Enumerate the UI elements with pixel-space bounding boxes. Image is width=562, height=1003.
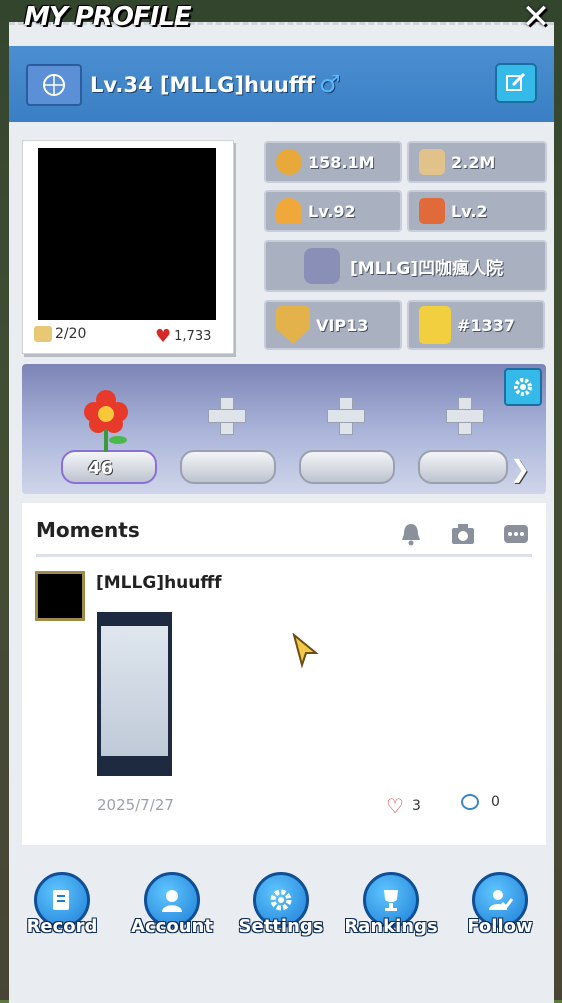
settings-button[interactable]: Settings bbox=[226, 872, 336, 944]
un-emblem-icon bbox=[43, 74, 65, 96]
post-comment-button[interactable]: 0 bbox=[461, 794, 500, 810]
follow-label: Follow bbox=[467, 916, 533, 937]
post-author-avatar[interactable] bbox=[35, 571, 85, 621]
avatar-likes-text: 1,733 bbox=[174, 329, 212, 344]
showcase-slot-3[interactable] bbox=[299, 450, 395, 484]
settings-label: Settings bbox=[238, 916, 324, 937]
gift-level-stat[interactable]: Lv.2 bbox=[407, 190, 547, 232]
account-label: Account bbox=[131, 916, 213, 937]
photo-scroll-icon bbox=[34, 326, 52, 342]
vip-value: VIP13 bbox=[316, 315, 369, 335]
post-image-thumbnail bbox=[101, 626, 168, 756]
bell-icon[interactable] bbox=[398, 522, 424, 546]
heart-icon: ♥ bbox=[155, 326, 172, 347]
post-like-button[interactable]: ♡ 3 bbox=[386, 794, 421, 818]
avatar[interactable] bbox=[38, 148, 216, 320]
male-icon: ♂ bbox=[318, 70, 341, 98]
page-title: MY PROFILE bbox=[24, 2, 192, 32]
moments-divider bbox=[36, 554, 532, 557]
follow-button[interactable]: Follow bbox=[445, 872, 555, 944]
hero-level-stat[interactable]: Lv.92 bbox=[264, 190, 402, 232]
photos-count: 2/20 bbox=[34, 326, 86, 342]
gear-icon bbox=[514, 378, 532, 396]
post-image[interactable] bbox=[97, 612, 172, 776]
post-comment-count: 0 bbox=[491, 794, 500, 810]
more-icon[interactable] bbox=[503, 522, 529, 546]
flower-count: 46 bbox=[88, 458, 114, 479]
add-slot-2-icon[interactable] bbox=[208, 397, 246, 435]
showcase-settings-button[interactable] bbox=[504, 368, 542, 406]
close-icon[interactable]: ✕ bbox=[516, 0, 556, 34]
post-author-name[interactable]: [MLLG]huufff bbox=[96, 573, 222, 593]
record-label: Record bbox=[26, 916, 98, 937]
flag-icon[interactable] bbox=[26, 64, 82, 106]
hero-level-value: Lv.92 bbox=[308, 201, 356, 221]
kills-stat[interactable]: 2.2M bbox=[407, 141, 547, 183]
rank-value: #1337 bbox=[457, 315, 515, 335]
gift-level-value: Lv.2 bbox=[451, 201, 488, 221]
rank-stat[interactable]: #1337 bbox=[407, 300, 545, 350]
showcase-slot-4[interactable] bbox=[418, 450, 508, 484]
rankings-label: Rankings bbox=[344, 916, 438, 937]
showcase-slot-2[interactable] bbox=[180, 450, 276, 484]
rankings-button[interactable]: Rankings bbox=[336, 872, 446, 944]
flower-icon bbox=[84, 390, 128, 452]
add-slot-3-icon[interactable] bbox=[327, 397, 365, 435]
avatar-likes: ♥ 1,733 bbox=[155, 326, 211, 347]
player-name: Lv.34 [MLLG]huufff ♂ bbox=[90, 70, 340, 98]
kills-value: 2.2M bbox=[451, 152, 496, 172]
alliance-emblem-icon bbox=[304, 248, 340, 284]
account-button[interactable]: Account bbox=[117, 872, 227, 944]
record-button[interactable]: Record bbox=[7, 872, 117, 944]
post-date: 2025/7/27 bbox=[97, 796, 174, 814]
chevron-right-icon[interactable]: ❯ bbox=[510, 455, 530, 483]
gift-icon bbox=[419, 198, 445, 224]
heart-outline-icon: ♡ bbox=[386, 794, 404, 818]
comment-icon bbox=[461, 794, 479, 810]
kills-icon bbox=[419, 149, 445, 175]
add-slot-4-icon[interactable] bbox=[446, 397, 484, 435]
hero-icon bbox=[276, 198, 302, 224]
moments-title: Moments bbox=[36, 518, 140, 542]
power-value: 158.1M bbox=[308, 152, 375, 172]
edit-icon bbox=[506, 72, 526, 91]
player-level-name: Lv.34 [MLLG]huufff bbox=[90, 73, 315, 97]
throne-icon bbox=[419, 306, 451, 344]
power-icon bbox=[276, 149, 302, 175]
alliance-stat[interactable]: [MLLG]凹咖瘋人院 bbox=[264, 240, 547, 292]
alliance-name: [MLLG]凹咖瘋人院 bbox=[350, 258, 504, 279]
vip-stat[interactable]: VIP13 bbox=[264, 300, 402, 350]
cursor-icon bbox=[292, 633, 319, 669]
post-like-count: 3 bbox=[411, 798, 421, 814]
power-stat[interactable]: 158.1M bbox=[264, 141, 402, 183]
edit-profile-button[interactable] bbox=[495, 63, 537, 103]
photos-text: 2/20 bbox=[55, 326, 87, 342]
vip-badge-icon bbox=[276, 306, 310, 344]
camera-icon[interactable] bbox=[450, 522, 476, 546]
